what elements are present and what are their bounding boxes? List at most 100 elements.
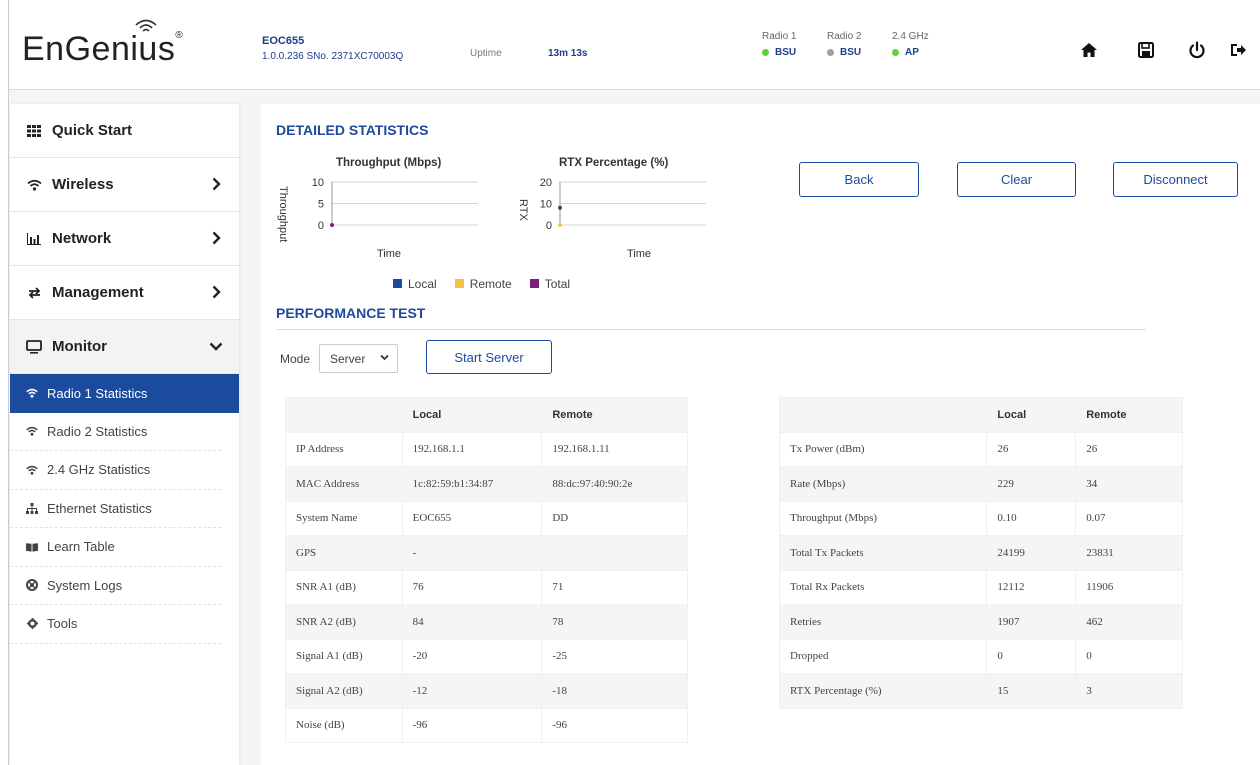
menu-wireless[interactable]: Wireless — [10, 158, 239, 212]
table-row: Throughput (Mbps) 0.10 0.07 — [778, 500, 1183, 536]
table-row: GPS - — [285, 535, 688, 571]
row-label: SNR A1 (dB) — [285, 569, 403, 605]
table-cell: 23831 — [1075, 535, 1183, 571]
table-cell: 462 — [1075, 604, 1183, 640]
sub-radio2-statistics[interactable]: Radio 2 Statistics — [10, 413, 221, 451]
table-cell: 1907 — [986, 604, 1077, 640]
y-tick-label: 0 — [546, 220, 552, 232]
rtx-chart: 0 10 20 — [540, 177, 706, 232]
radio-stats-table: Local Remote Tx Power (dBm) 26 26 Rate (Mbps)… — [778, 397, 1183, 709]
table-cell: 78 — [541, 604, 688, 640]
start-server-button[interactable]: Start Server — [426, 340, 552, 374]
radio24-status-dot — [892, 49, 899, 56]
clear-button[interactable]: Clear — [957, 162, 1076, 197]
table-cell: 192.168.1.11 — [541, 431, 688, 467]
table-cell: -96 — [401, 707, 543, 743]
sub-learn-table[interactable]: Learn Table — [10, 528, 221, 567]
column-header: Remote — [541, 397, 688, 433]
column-header: Local — [401, 397, 543, 433]
chart1-title: Throughput (Mbps) — [336, 157, 442, 169]
table-cell: 11906 — [1075, 569, 1183, 605]
logout-icon[interactable] — [1229, 41, 1247, 59]
save-icon[interactable] — [1137, 41, 1155, 59]
table-row: Tx Power (dBm) 26 26 — [778, 431, 1183, 467]
radio2-status-dot — [827, 49, 834, 56]
y-tick-label: 0 — [318, 220, 324, 232]
table-cell — [541, 535, 688, 571]
book-icon — [26, 541, 38, 553]
table-header-row: Local Remote — [285, 397, 688, 433]
chart-legend: Local Remote Total — [393, 277, 570, 291]
legend-total: Total — [529, 277, 570, 291]
menu-quick-start[interactable]: Quick Start — [10, 104, 239, 158]
row-label: System Name — [285, 500, 403, 536]
chart1-ylabel: Throughput — [277, 186, 289, 243]
sub-24ghz-statistics[interactable]: 2.4 GHz Statistics — [10, 451, 221, 490]
legend-local: Local — [393, 277, 437, 291]
sub-system-logs[interactable]: System Logs — [10, 567, 221, 605]
menu-monitor[interactable]: Monitor — [10, 320, 239, 374]
menu-management[interactable]: Management — [10, 266, 239, 320]
row-label: SNR A2 (dB) — [285, 604, 403, 640]
table-row: IP Address 192.168.1.1 192.168.1.11 — [285, 431, 688, 467]
table-row: SNR A1 (dB) 76 71 — [285, 569, 688, 605]
y-tick-label: 10 — [312, 177, 324, 189]
back-button[interactable]: Back — [799, 162, 919, 197]
table-cell: 0 — [986, 638, 1077, 674]
table-row: Rate (Mbps) 229 34 — [778, 466, 1183, 502]
column-header: Local — [986, 397, 1077, 433]
disconnect-button[interactable]: Disconnect — [1113, 162, 1238, 197]
wifi-icon — [26, 425, 38, 437]
wifi-icon — [26, 387, 38, 399]
table-row: Signal A2 (dB) -12 -18 — [285, 673, 688, 709]
y-tick-label: 10 — [540, 199, 552, 211]
data-point-remote — [558, 223, 562, 227]
row-label: Total Tx Packets — [778, 535, 988, 571]
sitemap-icon — [26, 502, 38, 514]
table-cell: -12 — [401, 673, 543, 709]
monitor-icon — [26, 339, 42, 355]
sub-tools[interactable]: Tools — [10, 605, 221, 644]
table-cell: -25 — [541, 638, 688, 674]
chevron-right-icon — [212, 231, 221, 245]
legend-remote: Remote — [454, 277, 512, 291]
performance-test-title: PERFORMANCE TEST — [276, 305, 426, 321]
table-cell: 3 — [1075, 673, 1183, 709]
column-header: Remote — [1075, 397, 1183, 433]
mode-select[interactable]: Server — [319, 344, 398, 373]
table-cell: 1c:82:59:b1:34:87 — [401, 466, 543, 502]
menu-network[interactable]: Network — [10, 212, 239, 266]
row-label: Signal A2 (dB) — [285, 673, 403, 709]
local-remote-table: Local Remote IP Address 192.168.1.1 192.168.… — [285, 397, 688, 743]
lifebuoy-icon — [26, 579, 38, 592]
table-row: SNR A2 (dB) 84 78 — [285, 604, 688, 640]
row-label: Total Rx Packets — [778, 569, 988, 605]
table-cell: 229 — [986, 466, 1077, 502]
power-icon[interactable] — [1188, 41, 1206, 59]
radio24-status: 2.4 GHz AP — [892, 31, 929, 58]
table-cell: 84 — [401, 604, 543, 640]
table-cell: 76 — [401, 569, 543, 605]
table-cell: 0 — [1075, 638, 1183, 674]
table-cell: 26 — [986, 431, 1077, 467]
table-cell: -18 — [541, 673, 688, 709]
sub-ethernet-statistics[interactable]: Ethernet Statistics — [10, 490, 221, 528]
sub-radio1-statistics[interactable]: Radio 1 Statistics — [10, 374, 239, 413]
table-row: System Name EOC655 DD — [285, 500, 688, 536]
table-cell: -96 — [541, 707, 688, 743]
table-row: RTX Percentage (%) 15 3 — [778, 673, 1183, 709]
column-header — [285, 397, 403, 433]
table-row: Retries 1907 462 — [778, 604, 1183, 640]
grid-icon — [26, 123, 42, 139]
table-cell: 0.07 — [1075, 500, 1183, 536]
main-panel: DETAILED STATISTICS Throughput (Mbps) Th… — [261, 104, 1260, 765]
gear-icon — [26, 618, 38, 630]
chevron-down-icon — [209, 342, 223, 351]
chart2-ylabel: RTX — [517, 199, 529, 221]
uptime-value: 13m 13s — [548, 48, 588, 59]
row-label: RTX Percentage (%) — [778, 673, 988, 709]
chart2-title: RTX Percentage (%) — [559, 157, 669, 169]
uptime-label: Uptime — [470, 48, 502, 59]
home-icon[interactable] — [1080, 41, 1098, 59]
radio1-status-dot — [762, 49, 769, 56]
